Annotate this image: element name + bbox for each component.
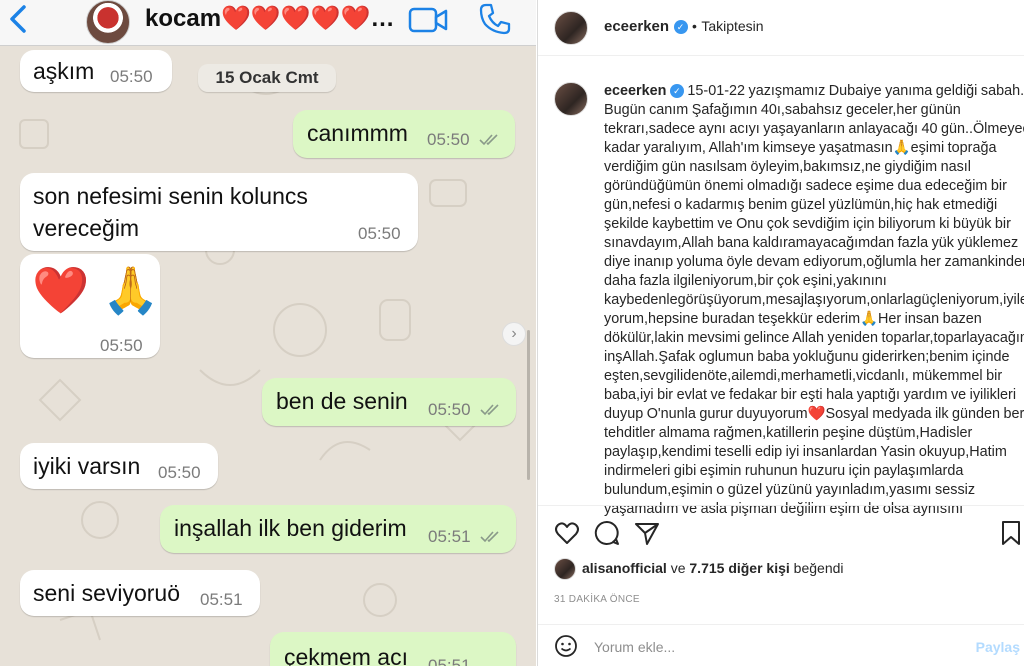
message-time: 05:51 [428,656,471,666]
message-bubble-incoming[interactable]: seni seviyoruö 05:51 [20,570,260,616]
caption-line: paylaşıp,kendimi teselli edip iyi insanl… [604,444,1007,460]
likes-summary: alisanofficial ve 7.715 diğer kişi beğen… [582,560,844,576]
contact-name-hearts: ❤️❤️❤️❤️❤️ [221,5,371,32]
message-time: 05:50 [100,336,143,355]
caption-line: şekilde kaybettim ve Onu çok sevdiğim iç… [604,216,1011,232]
caption-line: diye inanıp yoluma öyle devam ediyorum,o… [604,254,1024,270]
caption-line: tehditler almama rağmen,katillerin peşin… [604,425,973,441]
message-time: 05:50 [110,67,153,86]
caption-line: gün,nefesi o kadarmış benim güzel yüzlüm… [604,197,998,213]
caption-line: sınavdayım,Allah bana kaldıramayacağımda… [604,235,1019,251]
message-bubble-outgoing[interactable]: canımmm 05:50 [293,110,515,158]
message-time: 05:51 [428,527,471,546]
chat-scrollbar[interactable] [527,330,530,480]
caption-line: tekrarı,sadece aynı acıyı yaşayanların a… [604,121,1024,137]
contact-avatar[interactable] [86,0,130,44]
emoji-smiley-icon[interactable] [554,634,578,658]
post-caption: eceerken ✓ 15-01-22 yazışmamız Dubaiye y… [604,82,1024,519]
post-comment-button[interactable]: Paylaş [976,639,1020,655]
message-time: 05:50 [427,130,470,149]
message-bubble-incoming[interactable]: iyiki varsın 05:50 [20,443,218,489]
message-bubble-incoming[interactable]: son nefesimi senin koluncs vereceğim 05:… [20,173,418,251]
separator-dot: • [691,18,697,34]
message-time: 05:50 [428,400,471,419]
emoji-message: ❤️ 🙏 [32,264,160,316]
caption-line: bulundum,eşimin o güzel yüzünü yayınladı… [604,482,976,498]
caption-line: verdiğim gün nasılsam öyleyim,bakımsız,n… [604,159,972,175]
post-timestamp[interactable]: 31 DAKİKA ÖNCE [554,594,640,605]
video-call-icon[interactable] [408,4,448,36]
caption-line: kaybedenlegörüşüyorum,mesajlaşıyorum,onl… [604,292,1024,308]
post-header: eceerken ✓ • Takiptesin [538,0,1024,56]
message-text-line-1: son nefesimi senin koluncs [33,183,308,209]
like-heart-icon[interactable] [554,520,580,546]
voice-call-icon[interactable] [478,2,512,36]
likes-count[interactable]: 7.715 diğer kişi [689,560,789,576]
caption-line: baba,iyi bir evlat ve fedakar bir eşti h… [604,387,1017,403]
author-avatar[interactable] [554,11,588,45]
message-bubble-incoming[interactable]: aşkım 05:50 [20,50,172,92]
post-header-meta: eceerken ✓ • Takiptesin [604,18,764,36]
read-receipt-icon [479,134,498,146]
message-bubble-outgoing[interactable]: çekmem acı 05:51 [270,632,516,666]
contact-name[interactable]: kocam❤️❤️❤️❤️❤️… [145,5,394,33]
caption-line: Bugün canım Şafağımın 40ı,sabahsız gecel… [604,102,961,118]
whatsapp-chat-screenshot: kocam❤️❤️❤️❤️❤️… aşkım 05:50 15 Ocak Cmt… [0,0,536,666]
message-time: 05:51 [200,590,243,609]
caption-text: 15-01-22 yazışmamız Dubaiye yanıma geldi… [687,83,1024,99]
message-time: 05:50 [358,224,401,243]
message-text: aşkım [33,58,95,84]
caption-line: dökülür,lakin mevsimi gelince Allah yeni… [604,330,1024,346]
verified-badge-icon: ✓ [669,84,684,98]
back-chevron-icon[interactable] [8,4,28,42]
contact-name-ellipsis: … [370,5,395,32]
forward-chevron-icon[interactable]: › [502,322,526,346]
caption-line: inşAllah.Şafak oglumun baba yokluğunu gi… [604,349,1010,365]
message-text-line-2: vereceğim [33,215,140,241]
follow-status[interactable]: Takiptesin [701,18,763,34]
message-text: ben de senin [276,388,408,414]
message-text: çekmem acı [284,644,408,666]
author-username[interactable]: eceerken [604,18,669,35]
read-receipt-icon [480,531,499,543]
caption-line: daha fazla ilgileniyorum,bir çok eşini,y… [604,273,887,289]
read-receipt-icon [480,404,499,416]
share-send-icon[interactable] [634,520,660,546]
comment-composer: Paylaş [538,624,1024,666]
chat-header: kocam❤️❤️❤️❤️❤️… [0,0,536,46]
caption-line: yorum,hepsine buradan teşekkür ederim🙏He… [604,311,982,327]
save-bookmark-icon[interactable] [998,520,1024,546]
message-text: canımmm [307,120,408,146]
date-divider: 15 Ocak Cmt [198,64,336,92]
caption-body: Bugün canım Şafağımın 40ı,sabahsız gecel… [604,101,1024,519]
post-actions-bar [538,505,1024,555]
message-text: inşallah ilk ben giderim [174,515,407,541]
message-text: seni seviyoruö [33,580,181,606]
liker-avatar[interactable] [554,558,576,580]
caption-line: göründüğümün önemi olmadığı sadece eşime… [604,178,1007,194]
caption-line: duyup O'nunla gurur duyuyorum❤️Sosyal me… [604,406,1024,422]
caption-line: kadar yaralıyım, Allah'ım kimseye yaşatm… [604,140,997,156]
caption-line: indirmeleri gibi eşimin ruhunun huzuru i… [604,463,964,479]
message-bubble-outgoing[interactable]: inşallah ilk ben giderim 05:51 [160,505,516,553]
message-bubble-outgoing[interactable]: ben de senin 05:50 [262,378,516,426]
likes-connector: ve [666,560,690,576]
verified-badge-icon: ✓ [673,20,688,34]
message-bubble-incoming[interactable]: ❤️ 🙏 05:50 [20,254,160,358]
caption-line: eceerken ✓ 15-01-22 yazışmamız Dubaiye y… [604,82,1024,101]
likes-suffix: beğendi [789,560,844,576]
liker-username[interactable]: alisanofficial [582,560,667,576]
caption-line: eşten,sevgilidenöte,ailemdi,merhametli,v… [604,368,1003,384]
instagram-post-panel: eceerken ✓ • Takiptesin eceerken ✓ 15-01… [537,0,1024,666]
message-time: 05:50 [158,463,201,482]
message-text: iyiki varsın [33,453,141,479]
contact-name-text: kocam [145,5,222,32]
caption-username[interactable]: eceerken [604,83,666,99]
caption-author-avatar[interactable] [554,82,588,116]
comment-input[interactable] [594,635,934,659]
comment-bubble-icon[interactable] [594,520,620,546]
